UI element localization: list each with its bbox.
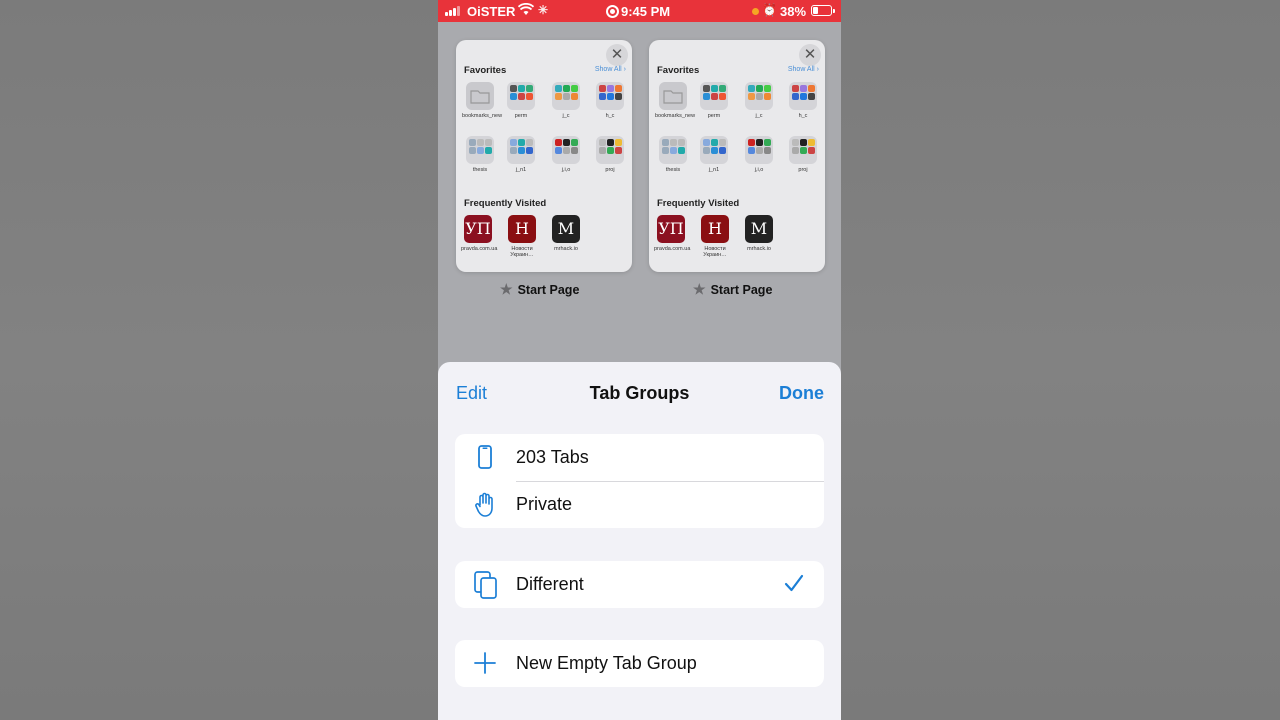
bookmark-folder-icon xyxy=(552,82,580,110)
new-tab-group-list: New Empty Tab Group xyxy=(455,640,824,687)
favorite-tile[interactable]: proj xyxy=(785,136,821,173)
tab-group-list-custom: Different xyxy=(455,561,824,608)
favorite-tile[interactable]: j_c xyxy=(548,82,584,119)
screen-record-icon xyxy=(606,5,619,18)
favorite-tile[interactable]: j_n1 xyxy=(503,136,539,173)
bookmark-folder-icon xyxy=(466,136,494,164)
bookmark-folder-icon xyxy=(700,82,728,110)
close-tab-icon[interactable]: ✕ xyxy=(799,44,821,66)
favorite-tile[interactable]: perm xyxy=(503,82,539,119)
frequent-site[interactable]: Mmrhack.io xyxy=(742,215,776,252)
done-button[interactable]: Done xyxy=(779,383,824,404)
favorite-tile[interactable]: j_n1 xyxy=(696,136,732,173)
status-bar: OiSTER ✳ 9:45 PM ⏰ 38% xyxy=(438,0,841,22)
tab-card[interactable]: ✕ Favorites Show All › bookmarks_new per… xyxy=(649,40,825,272)
left-backdrop xyxy=(0,0,438,720)
tab-caption: ★ Start Page xyxy=(500,281,580,297)
favorites-title: Favorites xyxy=(464,65,507,76)
battery-percent: 38% xyxy=(780,4,807,19)
close-tab-icon[interactable]: ✕ xyxy=(606,44,628,66)
bookmark-folder-icon xyxy=(789,82,817,110)
bookmark-folder-icon xyxy=(700,136,728,164)
wifi-icon xyxy=(517,2,535,19)
pravda-icon: УП xyxy=(464,215,492,243)
carrier-name: OiSTER xyxy=(467,4,516,19)
new-empty-tab-group-button[interactable]: New Empty Tab Group xyxy=(455,640,824,687)
battery-icon xyxy=(811,5,835,16)
checkmark-icon xyxy=(784,573,804,598)
favorite-tile[interactable]: j,i,o xyxy=(548,136,584,173)
tab-group-icon xyxy=(473,570,497,599)
frequently-visited-title: Frequently Visited xyxy=(464,198,547,209)
frequent-site[interactable]: Mmrhack.io xyxy=(549,215,583,252)
new-tab-group-label: New Empty Tab Group xyxy=(516,653,697,673)
bookmark-folder-icon xyxy=(745,136,773,164)
right-backdrop xyxy=(841,0,1280,720)
favorite-tile[interactable]: j_c xyxy=(741,82,777,119)
tab-group-list: 203 Tabs Private xyxy=(455,434,824,528)
show-all-link[interactable]: Show All › xyxy=(788,66,819,73)
tab-group-label: Different xyxy=(516,574,584,594)
favorite-tile[interactable]: proj xyxy=(592,136,628,173)
favorite-tile[interactable]: j,i,o xyxy=(741,136,777,173)
favorite-tile[interactable]: bookmarks_new xyxy=(462,82,502,119)
star-icon: ★ xyxy=(500,281,513,297)
frequent-site[interactable]: Н Новости Украин… xyxy=(505,215,539,258)
frequent-site[interactable]: Н Новости Украин… xyxy=(698,215,732,258)
bookmark-folder-icon xyxy=(659,136,687,164)
iphone-icon xyxy=(473,445,497,469)
signal-icon xyxy=(445,6,461,16)
favorite-tile[interactable]: thesis xyxy=(462,136,498,173)
bookmark-folder-icon xyxy=(552,136,580,164)
tab-group-label: 203 Tabs xyxy=(516,447,589,467)
bookmark-folder-icon xyxy=(507,82,535,110)
pravda-icon: УП xyxy=(657,215,685,243)
tab-group-label: Private xyxy=(516,494,573,514)
frequent-site[interactable]: УП pravda.com.ua xyxy=(654,215,690,252)
hand-icon xyxy=(473,492,497,517)
mic-indicator-dot xyxy=(752,8,759,15)
phone-screen: OiSTER ✳ 9:45 PM ⏰ 38% ✕ Favorites Show … xyxy=(438,0,841,720)
bookmark-folder-icon xyxy=(596,136,624,164)
mrhack-icon: M xyxy=(745,215,773,243)
mrhack-icon: M xyxy=(552,215,580,243)
folder-icon xyxy=(466,82,494,110)
favorite-tile[interactable]: perm xyxy=(696,82,732,119)
show-all-link[interactable]: Show All › xyxy=(595,66,626,73)
bookmark-folder-icon xyxy=(745,82,773,110)
status-time: 9:45 PM xyxy=(621,4,671,19)
favorite-tile[interactable]: thesis xyxy=(655,136,691,173)
tab-group-row-different[interactable]: Different xyxy=(455,561,824,608)
frequent-site[interactable]: УП pravda.com.ua xyxy=(461,215,497,252)
tab-caption: ★ Start Page xyxy=(693,281,773,297)
alarm-icon: ⏰ xyxy=(762,3,777,17)
tab-group-row-tabs[interactable]: 203 Tabs xyxy=(455,434,824,481)
favorite-tile[interactable]: h_c xyxy=(785,82,821,119)
favorites-title: Favorites xyxy=(657,65,700,76)
tab-card[interactable]: ✕ Favorites Show All › bookmarks_new per… xyxy=(456,40,632,272)
bookmark-folder-icon xyxy=(789,136,817,164)
frequently-visited-title: Frequently Visited xyxy=(657,198,740,209)
star-icon: ★ xyxy=(693,281,706,297)
folder-icon xyxy=(659,82,687,110)
favorite-tile[interactable]: h_c xyxy=(592,82,628,119)
news-site-icon: Н xyxy=(701,215,729,243)
bookmark-folder-icon xyxy=(596,82,624,110)
plus-icon xyxy=(473,651,497,675)
loading-spinner-icon: ✳ xyxy=(538,3,549,17)
tab-groups-sheet: Edit Tab Groups Done 203 Tabs Private Di… xyxy=(438,362,841,720)
bookmark-folder-icon xyxy=(507,136,535,164)
news-site-icon: Н xyxy=(508,215,536,243)
favorite-tile[interactable]: bookmarks_new xyxy=(655,82,695,119)
tab-group-row-private[interactable]: Private xyxy=(455,481,824,528)
